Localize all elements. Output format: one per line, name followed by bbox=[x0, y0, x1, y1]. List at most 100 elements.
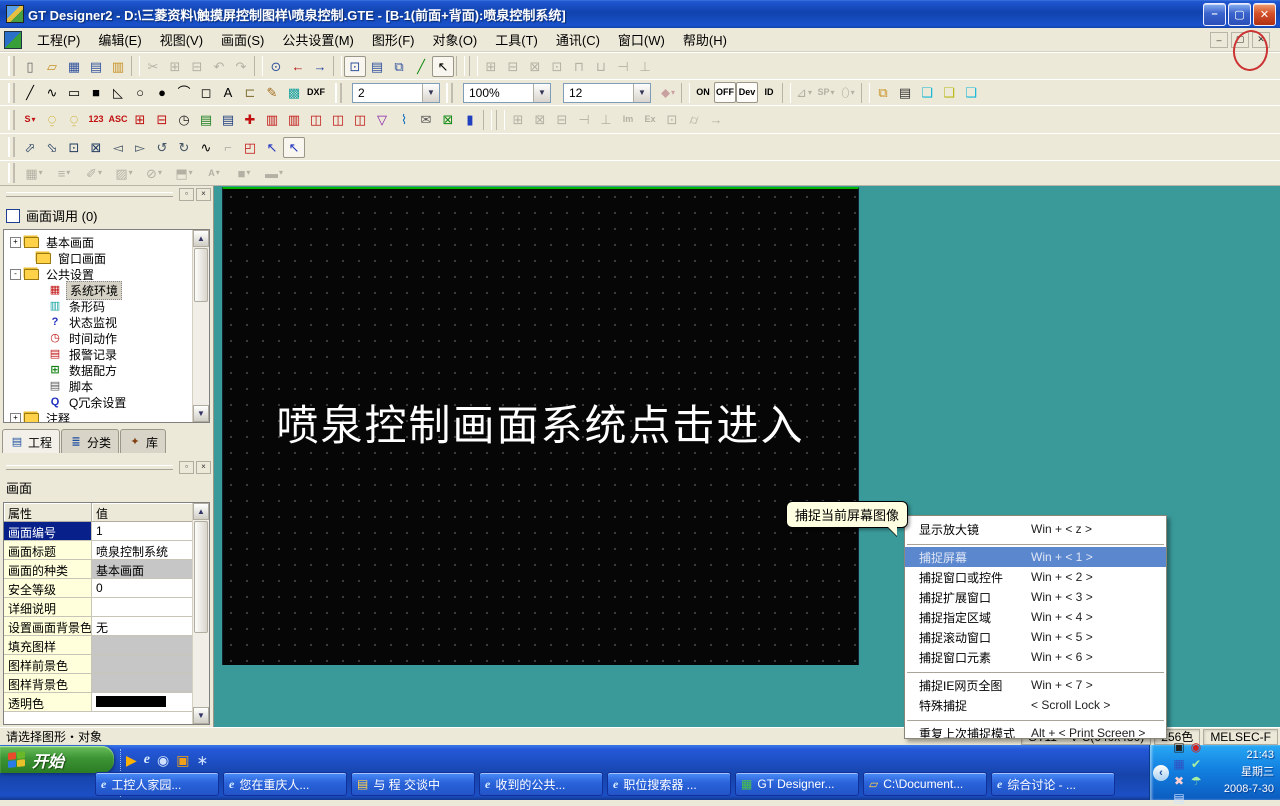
task-button[interactable]: e 职位搜索器 ... bbox=[607, 772, 731, 796]
toolbar-icon[interactable]: ✂ bbox=[142, 56, 164, 77]
toolbar-icon[interactable]: ↖ bbox=[283, 137, 305, 158]
toolbar-icon[interactable]: ↻ bbox=[173, 137, 195, 158]
property-value[interactable]: 基本画面 bbox=[92, 560, 193, 578]
toolbar-icon[interactable]: A bbox=[217, 82, 239, 103]
toolbar-icon[interactable]: ↺ bbox=[151, 137, 173, 158]
toolbar-icon[interactable]: ⊠ bbox=[529, 109, 551, 130]
menu-item[interactable]: 对象(O) bbox=[423, 27, 486, 52]
toolbar-icon[interactable]: ↷ bbox=[230, 56, 252, 77]
toolbar-icon[interactable]: ⌐ bbox=[217, 137, 239, 158]
toolbar-icon[interactable]: ⊠ bbox=[524, 56, 546, 77]
scroll-down-icon[interactable]: ▼ bbox=[193, 405, 209, 422]
tray-icon[interactable]: ▣ bbox=[1171, 739, 1187, 755]
toolbar-icon[interactable]: ⊟ bbox=[502, 56, 524, 77]
toolbar-icon[interactable]: A bbox=[199, 163, 229, 184]
panel-grabber[interactable] bbox=[6, 465, 173, 470]
toolbar-icon[interactable]: ⊣ bbox=[573, 109, 595, 130]
toolbar-icon[interactable]: ↶ bbox=[208, 56, 230, 77]
panel-close-button[interactable]: × bbox=[196, 461, 211, 474]
menu-item[interactable]: 图形(F) bbox=[363, 27, 424, 52]
tree-item[interactable]: ? 状态监视 bbox=[6, 314, 207, 330]
toolbar-icon[interactable]: ∿ bbox=[41, 82, 63, 103]
tree-item[interactable]: + 基本画面 bbox=[6, 234, 207, 250]
toolbar-icon[interactable]: ✉ bbox=[415, 109, 437, 130]
property-value[interactable] bbox=[92, 655, 193, 673]
context-menu-item[interactable]: 捕捉窗口元素 Win + < 6 > bbox=[905, 647, 1166, 667]
toolbar-icon[interactable] bbox=[333, 56, 342, 76]
toolbar-icon[interactable]: ▤ bbox=[195, 109, 217, 130]
context-menu-item[interactable] bbox=[905, 715, 1166, 723]
toolbar-icon[interactable]: ⬂ bbox=[41, 137, 63, 158]
task-button[interactable]: e 您在重庆人... bbox=[223, 772, 347, 796]
tray-icon[interactable]: ✔ bbox=[1188, 756, 1204, 772]
toolbar-icon[interactable]: ■ bbox=[229, 163, 259, 184]
toolbar-icon[interactable]: ✚ bbox=[239, 109, 261, 130]
toolbar-icon[interactable]: Im bbox=[617, 109, 639, 130]
toolbar-icon[interactable] bbox=[782, 83, 791, 103]
property-value[interactable]: 无 bbox=[92, 617, 193, 635]
toolbar-icon[interactable]: DXF bbox=[305, 82, 327, 103]
task-button[interactable]: ▦ GT Designer... bbox=[735, 772, 859, 796]
child-window-button[interactable]: – bbox=[1210, 32, 1228, 48]
quick-launch-icon[interactable]: ∗ bbox=[196, 753, 208, 767]
toolbar-icon[interactable]: SP bbox=[815, 82, 837, 103]
task-button[interactable]: e 工控人家园... bbox=[95, 772, 219, 796]
toolbar-icon[interactable]: ⬀ bbox=[19, 137, 41, 158]
canvas-title-text[interactable]: 喷泉控制画面系统点击进入 bbox=[223, 392, 858, 453]
toolbar-icon[interactable]: ⊞ bbox=[507, 109, 529, 130]
scrollbar-thumb[interactable] bbox=[194, 248, 208, 302]
window-button[interactable]: ▢ bbox=[1228, 3, 1251, 26]
toolbar-icon[interactable] bbox=[681, 83, 690, 103]
tree-expand-toggle[interactable]: - bbox=[10, 269, 21, 280]
panel-tab[interactable]: ▤ 工程 bbox=[2, 429, 60, 453]
context-menu-item[interactable]: 捕捉屏幕 Win + < 1 > bbox=[905, 547, 1166, 567]
tray-icon[interactable]: ✖ bbox=[1171, 773, 1187, 789]
toolbar-icon[interactable]: ⊿ bbox=[793, 82, 815, 103]
window-button[interactable]: – bbox=[1203, 3, 1226, 26]
property-row[interactable]: 安全等级 0 bbox=[4, 579, 193, 598]
toolbar-icon[interactable]: → bbox=[705, 109, 727, 130]
toolbar-icon[interactable]: ❏ bbox=[960, 82, 982, 103]
toolbar-icon[interactable]: OFF bbox=[714, 82, 736, 103]
toolbar-icon[interactable]: ◫ bbox=[305, 109, 327, 130]
context-menu-item[interactable]: 重复上次捕捉模式 Alt + < Print Screen > bbox=[905, 723, 1166, 739]
property-row[interactable]: 设置画面背景色 无 bbox=[4, 617, 193, 636]
toolbar-icon[interactable]: ◻ bbox=[195, 82, 217, 103]
zoom-combo[interactable]: 100%▼ bbox=[463, 83, 551, 103]
toolbar-icon[interactable]: ≡ bbox=[49, 163, 79, 184]
tray-icon[interactable]: ◉ bbox=[1188, 739, 1204, 755]
toolbar-icon[interactable]: ⬯ bbox=[837, 82, 859, 103]
scroll-up-icon[interactable]: ▲ bbox=[193, 230, 209, 247]
toolbar-icon[interactable]: ← bbox=[287, 56, 309, 77]
screen-call-checkbox[interactable] bbox=[6, 209, 20, 223]
toolbar-icon[interactable]: ⊥ bbox=[595, 109, 617, 130]
toolbar-icon[interactable]: ⊡ bbox=[344, 56, 366, 77]
toolbar-icon[interactable]: ⊓ bbox=[568, 56, 590, 77]
column-header-prop[interactable]: 属性 bbox=[4, 503, 92, 522]
toolbar-icon[interactable]: ⊞ bbox=[480, 56, 502, 77]
menu-item[interactable]: 通讯(C) bbox=[547, 27, 609, 52]
property-value[interactable] bbox=[92, 636, 193, 654]
scroll-down-icon[interactable]: ▼ bbox=[193, 707, 209, 724]
chevron-down-icon[interactable]: ▼ bbox=[422, 84, 439, 102]
toolbar-icon[interactable]: ◫ bbox=[327, 109, 349, 130]
property-row[interactable]: 详细说明 bbox=[4, 598, 193, 617]
scroll-up-icon[interactable]: ▲ bbox=[193, 503, 209, 520]
menu-item[interactable]: 帮助(H) bbox=[674, 27, 736, 52]
toolbar-icon[interactable]: Ex bbox=[639, 109, 661, 130]
toolbar-icon[interactable]: ■ bbox=[85, 82, 107, 103]
tree-item[interactable]: ◷ 时间动作 bbox=[6, 330, 207, 346]
font-size-combo[interactable]: 12▼ bbox=[563, 83, 651, 103]
toolbar-icon[interactable]: ⊙ bbox=[265, 56, 287, 77]
line-width-combo[interactable]: 2▼ bbox=[352, 83, 440, 103]
toolbar-icon[interactable]: ASC bbox=[107, 109, 129, 130]
quick-launch-icon[interactable]: e bbox=[144, 753, 150, 767]
toolbar-icon[interactable]: Dev bbox=[736, 82, 758, 103]
tray-icon[interactable]: ▦ bbox=[1171, 756, 1187, 772]
toolbar-icon[interactable]: ✎ bbox=[261, 82, 283, 103]
toolbar-icon[interactable]: ⌭ bbox=[683, 109, 705, 130]
toolbar-icon[interactable]: ⊞ bbox=[164, 56, 186, 77]
tree-item[interactable]: ▤ 脚本 bbox=[6, 378, 207, 394]
menu-item[interactable]: 编辑(E) bbox=[89, 27, 150, 52]
toolbar-icon[interactable]: ▨ bbox=[109, 163, 139, 184]
